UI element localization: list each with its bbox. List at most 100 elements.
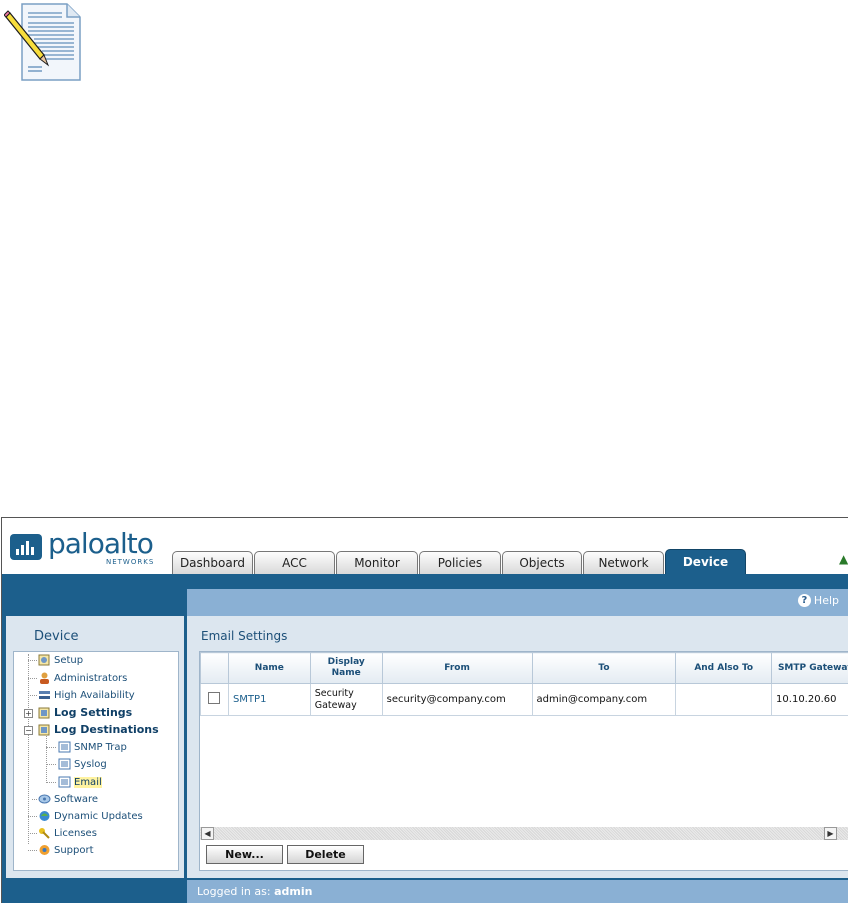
tree-line (28, 833, 37, 834)
display-name-cell: Security Gateway (310, 684, 382, 716)
name-cell: SMTP1 (228, 684, 310, 716)
tab-monitor[interactable]: Monitor (336, 551, 418, 574)
from-cell: security@company.com (382, 684, 532, 716)
tree-line (28, 850, 37, 851)
also-to-cell (676, 684, 772, 716)
licenses-icon (38, 827, 51, 839)
tree-line (32, 799, 37, 800)
sidebar-title: Device (34, 629, 78, 644)
email-icon (58, 776, 71, 788)
high-availability-icon (38, 689, 51, 701)
column-header-and-also-to[interactable]: And Also To (676, 653, 772, 684)
collapse-toggle-log-destinations[interactable]: − (24, 726, 33, 735)
setup-icon (38, 654, 51, 666)
sidebar-item-high-availability[interactable]: High Availability (38, 689, 135, 701)
tab-device[interactable]: Device (665, 549, 746, 574)
tree-line (28, 660, 37, 661)
scroll-left-arrow-icon[interactable]: ◀ (201, 827, 214, 840)
sidebar-item-log-settings[interactable]: Log Settings (38, 706, 132, 719)
sidebar-item-label: Administrators (54, 673, 127, 684)
delete-button[interactable]: Delete (287, 845, 364, 864)
tree-line (46, 782, 56, 783)
tree-line (46, 736, 47, 783)
tree-line (46, 747, 56, 748)
sidebar-item-support[interactable]: Support (38, 844, 94, 856)
help-icon: ? (798, 594, 811, 607)
device-tree: + − Setup Administrators High Availabili… (13, 651, 179, 871)
grid-action-buttons: New... Delete (206, 845, 364, 864)
sidebar-item-administrators[interactable]: Administrators (38, 672, 127, 684)
table-row[interactable]: SMTP1 Security Gateway security@company.… (201, 684, 848, 716)
administrators-icon (38, 672, 51, 684)
help-bar: ? Help (187, 589, 848, 616)
table-header-row: Name Display Name From To And Also To SM… (201, 653, 848, 684)
log-destinations-icon (38, 724, 51, 736)
to-cell: admin@company.com (532, 684, 676, 716)
tree-line (28, 678, 37, 679)
main-content: Email Settings Name Display Name From To… (187, 616, 848, 878)
column-header-display-name[interactable]: Display Name (310, 653, 382, 684)
row-checkbox[interactable] (208, 692, 220, 704)
sidebar-item-syslog[interactable]: Syslog (58, 758, 107, 770)
column-header-name[interactable]: Name (228, 653, 310, 684)
new-button[interactable]: New... (206, 845, 283, 864)
row-select-cell (201, 684, 229, 716)
email-settings-table: Name Display Name From To And Also To SM… (200, 652, 848, 716)
scroll-right-arrow-icon[interactable]: ▶ (824, 827, 837, 840)
sidebar: Device + − Setup Administrators (6, 616, 184, 878)
logged-in-prefix: Logged in as: (197, 885, 271, 898)
tab-acc[interactable]: ACC (254, 551, 335, 574)
sidebar-item-label: Log Destinations (54, 723, 159, 736)
sidebar-item-log-destinations[interactable]: Log Destinations (38, 723, 159, 736)
column-header-select (201, 653, 229, 684)
help-label: Help (814, 594, 839, 607)
sidebar-item-email[interactable]: Email (58, 776, 102, 788)
logged-in-user: admin (274, 885, 312, 898)
smtp-gateway-cell: 10.10.20.60 (772, 684, 848, 716)
sidebar-item-setup[interactable]: Setup (38, 654, 83, 666)
logged-in-status: Logged in as: admin (197, 885, 312, 898)
tree-line (28, 695, 37, 696)
tab-policies[interactable]: Policies (419, 551, 501, 574)
software-icon (38, 793, 51, 805)
sidebar-item-label: Licenses (54, 828, 97, 839)
sidebar-item-label: High Availability (54, 690, 135, 701)
main-tabs: Dashboard ACC Monitor Policies Objects N… (172, 549, 747, 574)
sidebar-item-label: Log Settings (54, 706, 132, 719)
sidebar-item-label: Syslog (74, 759, 107, 770)
palo-alto-logo-icon (10, 534, 42, 560)
sidebar-item-label: Software (54, 794, 98, 805)
syslog-icon (58, 758, 71, 770)
tree-line (28, 816, 37, 817)
column-header-smtp-gateway[interactable]: SMTP Gateway (772, 653, 848, 684)
horizontal-scrollbar[interactable]: ◀ ▶ (200, 827, 848, 840)
page-title: Email Settings (201, 629, 287, 643)
sidebar-item-licenses[interactable]: Licenses (38, 827, 97, 839)
sidebar-item-dynamic-updates[interactable]: Dynamic Updates (38, 810, 143, 822)
sidebar-item-software[interactable]: Software (38, 793, 98, 805)
status-footer: Logged in as: admin (187, 880, 848, 903)
expand-toggle-log-settings[interactable]: + (24, 709, 33, 718)
column-header-to[interactable]: To (532, 653, 676, 684)
email-settings-grid: Name Display Name From To And Also To SM… (199, 651, 848, 871)
tab-objects[interactable]: Objects (502, 551, 582, 574)
sidebar-item-label: Support (54, 845, 94, 856)
logo-text: paloalto (48, 527, 153, 560)
tab-dashboard[interactable]: Dashboard (172, 551, 253, 574)
support-icon (38, 844, 51, 856)
tree-line (46, 764, 56, 765)
commit-icon[interactable]: ▲ (839, 552, 848, 566)
logo-subtext: NETWORKS (106, 558, 154, 566)
snmp-trap-icon (58, 741, 71, 753)
top-header: paloalto NETWORKS Dashboard ACC Monitor … (2, 518, 848, 574)
dynamic-updates-icon (38, 810, 51, 822)
sidebar-item-snmp-trap[interactable]: SNMP Trap (58, 741, 127, 753)
sidebar-item-label: Email (74, 777, 102, 788)
palo-alto-console-window: paloalto NETWORKS Dashboard ACC Monitor … (1, 517, 848, 903)
profile-name-link[interactable]: SMTP1 (233, 694, 266, 705)
palo-alto-logo: paloalto NETWORKS (10, 530, 160, 570)
column-header-from[interactable]: From (382, 653, 532, 684)
tab-network[interactable]: Network (583, 551, 664, 574)
document-note-icon (4, 3, 82, 81)
help-link[interactable]: ? Help (798, 594, 839, 607)
